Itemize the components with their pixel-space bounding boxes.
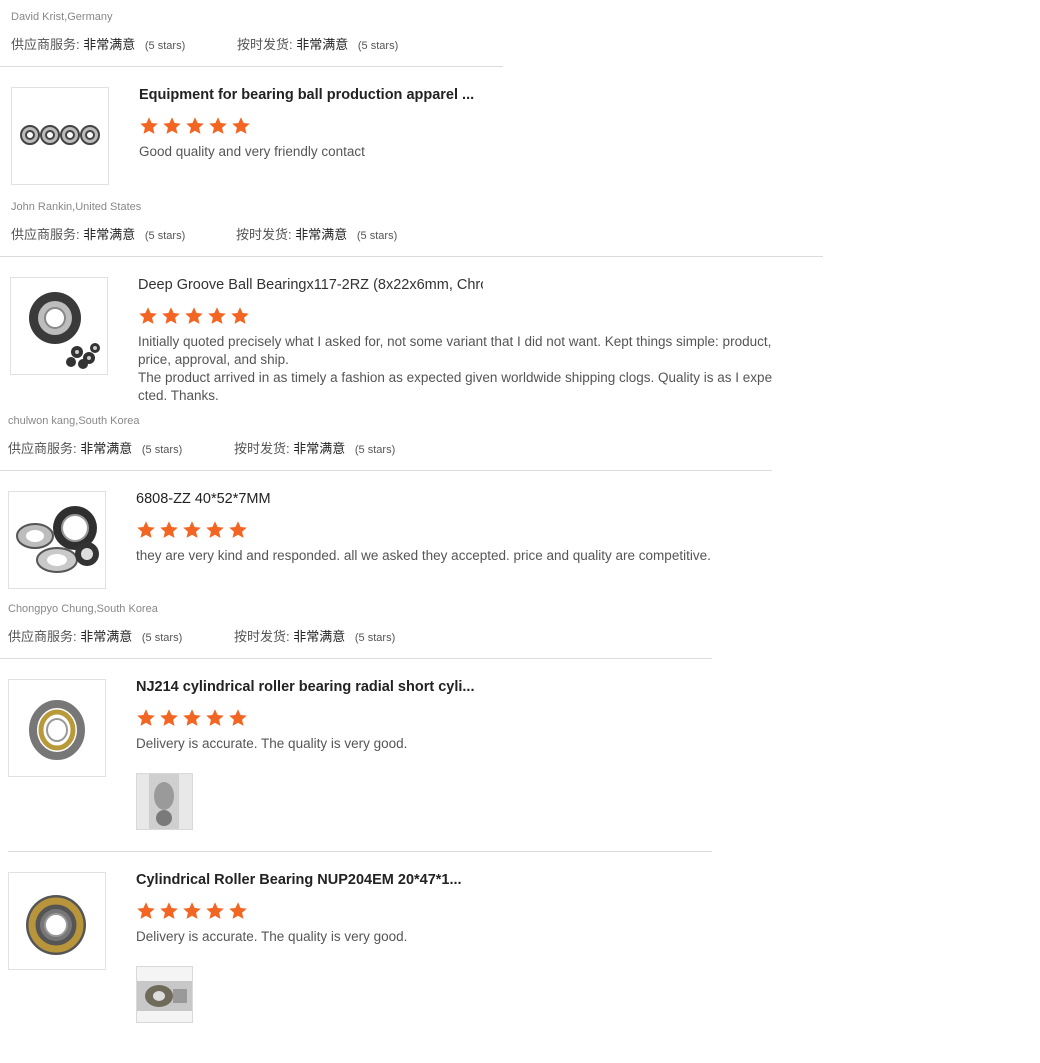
review-photo-image <box>137 967 192 1022</box>
review-divider <box>0 256 823 257</box>
star-icon <box>232 117 250 134</box>
star-icon <box>160 521 178 538</box>
service-stars: (5 stars) <box>144 40 186 52</box>
service-stars: (5 stars) <box>141 444 183 456</box>
nup-roller-bearing-image <box>26 895 86 955</box>
service-label: 供应商服务: <box>8 441 77 456</box>
service-stars: (5 stars) <box>144 230 186 242</box>
product-thumbnail[interactable] <box>11 87 109 185</box>
service-label: 供应商服务: <box>11 227 80 242</box>
star-icon <box>209 117 227 134</box>
bearing-balls-image <box>20 125 100 145</box>
product-title[interactable]: 6808-ZZ 40*52*7MM <box>136 491 481 507</box>
product-thumbnail[interactable] <box>8 872 106 970</box>
rating-stars <box>136 520 248 540</box>
star-icon <box>229 902 247 919</box>
star-icon <box>137 521 155 538</box>
star-icon <box>206 709 224 726</box>
product-title[interactable]: NJ214 cylindrical roller bearing radial … <box>136 679 481 695</box>
on-time-delivery-rating: 按时发货: 非常满意 (5 stars) <box>236 224 397 243</box>
review-author: John Rankin,United States <box>11 201 142 213</box>
star-icon <box>183 521 201 538</box>
service-stars: (5 stars) <box>141 632 183 644</box>
star-icon <box>137 709 155 726</box>
product-title[interactable]: Equipment for bearing ball production ap… <box>139 87 484 103</box>
service-label: 供应商服务: <box>11 37 80 52</box>
delivery-label: 按时发货: <box>237 37 293 52</box>
deep-groove-bearing-image <box>29 292 100 369</box>
review-divider <box>0 658 712 659</box>
cylindrical-roller-bearing-image <box>29 700 85 760</box>
review-photo[interactable] <box>136 773 193 830</box>
star-icon <box>229 709 247 726</box>
review-divider <box>0 470 772 471</box>
delivery-label: 按时发货: <box>234 441 290 456</box>
product-title[interactable]: Cylindrical Roller Bearing NUP204EM 20*4… <box>136 872 481 888</box>
product-thumbnail[interactable] <box>8 679 106 777</box>
review-photo[interactable] <box>136 966 193 1023</box>
delivery-label: 按时发货: <box>236 227 292 242</box>
delivery-stars: (5 stars) <box>354 444 396 456</box>
delivery-value: 非常满意 <box>293 629 346 644</box>
delivery-stars: (5 stars) <box>354 632 396 644</box>
star-icon <box>185 307 203 324</box>
star-icon <box>186 117 204 134</box>
review-text: Initially quoted precisely what I asked … <box>138 333 798 405</box>
star-icon <box>206 521 224 538</box>
review-text-line: price, approval, and ship. <box>138 352 289 367</box>
delivery-value: 非常满意 <box>293 441 346 456</box>
rating-stars <box>138 306 250 326</box>
star-icon <box>183 709 201 726</box>
on-time-delivery-rating: 按时发货: 非常满意 (5 stars) <box>234 438 395 457</box>
review-author: David Krist,Germany <box>11 11 113 23</box>
star-icon <box>139 307 157 324</box>
thin-section-bearing-image <box>16 506 99 573</box>
supplier-service-rating: 供应商服务: 非常满意 (5 stars) <box>8 438 182 457</box>
delivery-label: 按时发货: <box>234 629 290 644</box>
star-icon <box>160 902 178 919</box>
star-icon <box>208 307 226 324</box>
service-value: 非常满意 <box>83 227 136 242</box>
supplier-service-rating: 供应商服务: 非常满意 (5 stars) <box>11 34 185 53</box>
supplier-service-rating: 供应商服务: 非常满意 (5 stars) <box>8 626 182 645</box>
product-thumbnail[interactable] <box>10 277 108 375</box>
review-text-line: Initially quoted precisely what I asked … <box>138 334 772 349</box>
review-text: Delivery is accurate. The quality is ver… <box>136 736 408 751</box>
service-label: 供应商服务: <box>8 629 77 644</box>
review-photo-image <box>137 774 192 829</box>
review-divider <box>0 66 503 67</box>
delivery-value: 非常满意 <box>295 227 348 242</box>
service-value: 非常满意 <box>80 629 133 644</box>
review-text: Good quality and very friendly contact <box>139 144 365 159</box>
review-text-line: cted. Thanks. <box>138 388 219 403</box>
service-value: 非常满意 <box>80 441 133 456</box>
review-text-line: The product arrived in as timely a fashi… <box>138 370 773 385</box>
star-icon <box>137 902 155 919</box>
review-text: they are very kind and responded. all we… <box>136 548 711 563</box>
rating-stars <box>136 901 248 921</box>
product-thumbnail[interactable] <box>8 491 106 589</box>
product-title[interactable]: Deep Groove Ball Bearingx117-2RZ (8x22x6… <box>138 277 483 293</box>
review-text: Delivery is accurate. The quality is ver… <box>136 929 408 944</box>
star-icon <box>229 521 247 538</box>
star-icon <box>140 117 158 134</box>
service-value: 非常满意 <box>83 37 136 52</box>
delivery-stars: (5 stars) <box>356 230 398 242</box>
rating-stars <box>139 116 251 136</box>
star-icon <box>163 117 181 134</box>
review-author: Chongpyo Chung,South Korea <box>8 603 158 615</box>
star-icon <box>162 307 180 324</box>
star-icon <box>160 709 178 726</box>
star-icon <box>231 307 249 324</box>
delivery-value: 非常满意 <box>296 37 349 52</box>
on-time-delivery-rating: 按时发货: 非常满意 (5 stars) <box>237 34 398 53</box>
review-divider <box>8 851 712 852</box>
on-time-delivery-rating: 按时发货: 非常满意 (5 stars) <box>234 626 395 645</box>
delivery-stars: (5 stars) <box>357 40 399 52</box>
supplier-service-rating: 供应商服务: 非常满意 (5 stars) <box>11 224 185 243</box>
star-icon <box>206 902 224 919</box>
star-icon <box>183 902 201 919</box>
review-author: chulwon kang,South Korea <box>8 415 140 427</box>
rating-stars <box>136 708 248 728</box>
